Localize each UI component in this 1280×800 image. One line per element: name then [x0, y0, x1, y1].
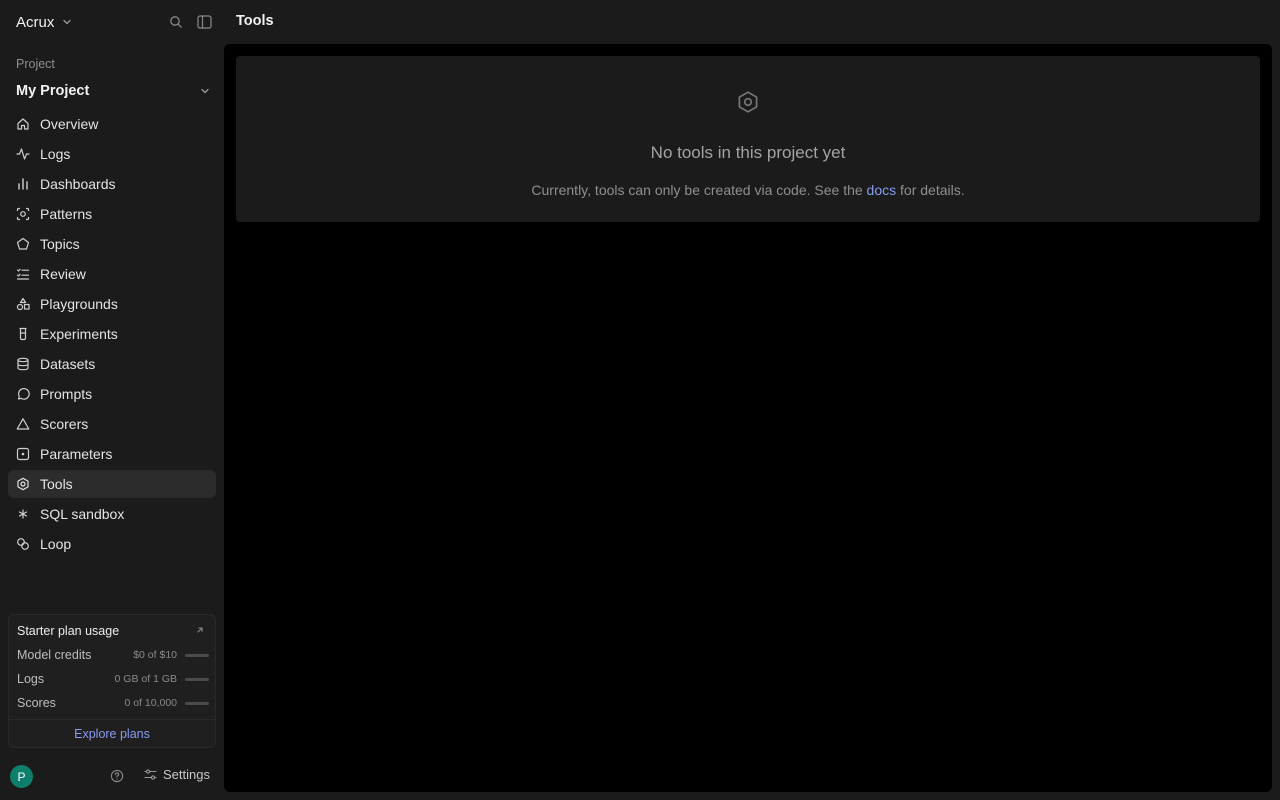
chevron-down-icon[interactable]: [200, 86, 210, 96]
sidebar-toggle-icon[interactable]: [196, 12, 212, 32]
org-name[interactable]: Acrux: [16, 14, 54, 31]
beaker-icon: [16, 327, 30, 341]
sidebar-item-parameters[interactable]: Parameters: [8, 440, 216, 468]
usage-progress-bar: [185, 701, 209, 705]
settings-sliders-icon: [144, 768, 157, 781]
sidebar-item-topics[interactable]: Topics: [8, 230, 216, 258]
sidebar-footer: P Settings: [10, 765, 210, 789]
sidebar-item-label: Patterns: [40, 206, 93, 222]
explore-plans-link[interactable]: Explore plans: [9, 727, 215, 741]
project-label: Project: [16, 57, 55, 71]
square-dot-icon: [16, 447, 30, 461]
usage-value: 0 of 10,000: [124, 697, 177, 709]
loop-icon: [16, 537, 30, 551]
empty-desc-text-after: for details.: [900, 182, 965, 198]
sidebar-item-label: Scorers: [40, 416, 89, 432]
usage-value: 0 GB of 1 GB: [114, 673, 177, 685]
home-icon: [16, 117, 30, 131]
sidebar-item-tools[interactable]: Tools: [8, 470, 216, 498]
hexagon-icon: [736, 90, 760, 114]
list-checks-icon: [16, 267, 30, 281]
project-name[interactable]: My Project: [16, 83, 89, 99]
sidebar-item-label: SQL sandbox: [40, 506, 125, 522]
sidebar-item-label: Experiments: [40, 326, 118, 342]
sidebar-item-sql-sandbox[interactable]: SQL sandbox: [8, 500, 216, 528]
asterisk-icon: [16, 507, 30, 521]
sidebar: Acrux Project My Project Overview Logs D…: [0, 0, 224, 800]
sidebar-item-label: Logs: [40, 146, 71, 162]
usage-label: Logs: [17, 672, 45, 686]
usage-label: Model credits: [17, 648, 92, 662]
usage-label: Scores: [17, 696, 56, 710]
usage-row-model-credits: Model credits $0 of $10: [17, 647, 209, 663]
triangle-icon: [16, 417, 30, 431]
sidebar-item-overview[interactable]: Overview: [8, 110, 216, 138]
shapes-icon: [16, 297, 30, 311]
activity-icon: [16, 147, 30, 161]
empty-state: No tools in this project yet Currently, …: [236, 56, 1260, 222]
usage-value: $0 of $10: [133, 649, 177, 661]
sidebar-item-prompts[interactable]: Prompts: [8, 380, 216, 408]
sidebar-item-patterns[interactable]: Patterns: [8, 200, 216, 228]
sidebar-item-label: Dashboards: [40, 176, 116, 192]
sidebar-item-label: Overview: [40, 116, 99, 132]
sidebar-item-label: Prompts: [40, 386, 93, 402]
message-circle-icon: [16, 387, 30, 401]
project-switcher[interactable]: My Project: [16, 81, 210, 101]
help-icon[interactable]: [110, 769, 124, 783]
usage-card: Starter plan usage Model credits $0 of $…: [8, 614, 216, 748]
sidebar-item-experiments[interactable]: Experiments: [8, 320, 216, 348]
sidebar-item-label: Topics: [40, 236, 80, 252]
settings-label: Settings: [163, 767, 210, 782]
empty-state-description: Currently, tools can only be created via…: [236, 182, 1260, 198]
scan-face-icon: [16, 207, 30, 221]
pentagon-icon: [16, 237, 30, 251]
sidebar-item-loop[interactable]: Loop: [8, 530, 216, 558]
bar-chart-icon: [16, 177, 30, 191]
usage-progress-bar: [185, 653, 209, 657]
sidebar-item-label: Datasets: [40, 356, 96, 372]
usage-row-scores: Scores 0 of 10,000: [17, 695, 209, 711]
usage-progress-bar: [185, 677, 209, 681]
main-panel: No tools in this project yet Currently, …: [224, 44, 1272, 792]
sidebar-item-label: Review: [40, 266, 86, 282]
docs-link[interactable]: docs: [867, 182, 897, 198]
org-switcher[interactable]: Acrux: [16, 12, 212, 32]
settings-button[interactable]: Settings: [144, 767, 210, 782]
empty-desc-text: Currently, tools can only be created via…: [531, 182, 863, 198]
sidebar-item-datasets[interactable]: Datasets: [8, 350, 216, 378]
avatar[interactable]: P: [10, 765, 33, 788]
sidebar-item-scorers[interactable]: Scorers: [8, 410, 216, 438]
chevron-down-icon[interactable]: [62, 17, 72, 27]
hexagon-icon: [16, 477, 30, 491]
external-link-icon[interactable]: [195, 625, 205, 635]
sidebar-item-label: Parameters: [40, 446, 113, 462]
sidebar-item-review[interactable]: Review: [8, 260, 216, 288]
sidebar-item-logs[interactable]: Logs: [8, 140, 216, 168]
sidebar-item-label: Loop: [40, 536, 72, 552]
usage-row-logs: Logs 0 GB of 1 GB: [17, 671, 209, 687]
search-icon[interactable]: [168, 12, 184, 32]
usage-divider: [9, 719, 215, 720]
page-title: Tools: [236, 13, 274, 29]
sidebar-item-playgrounds[interactable]: Playgrounds: [8, 290, 216, 318]
sidebar-nav: Overview Logs Dashboards Patterns Topics: [8, 110, 216, 560]
sidebar-item-dashboards[interactable]: Dashboards: [8, 170, 216, 198]
empty-state-title: No tools in this project yet: [650, 143, 846, 162]
sidebar-item-label: Tools: [40, 476, 73, 492]
sidebar-item-label: Playgrounds: [40, 296, 118, 312]
database-icon: [16, 357, 30, 371]
usage-title: Starter plan usage: [17, 624, 120, 638]
